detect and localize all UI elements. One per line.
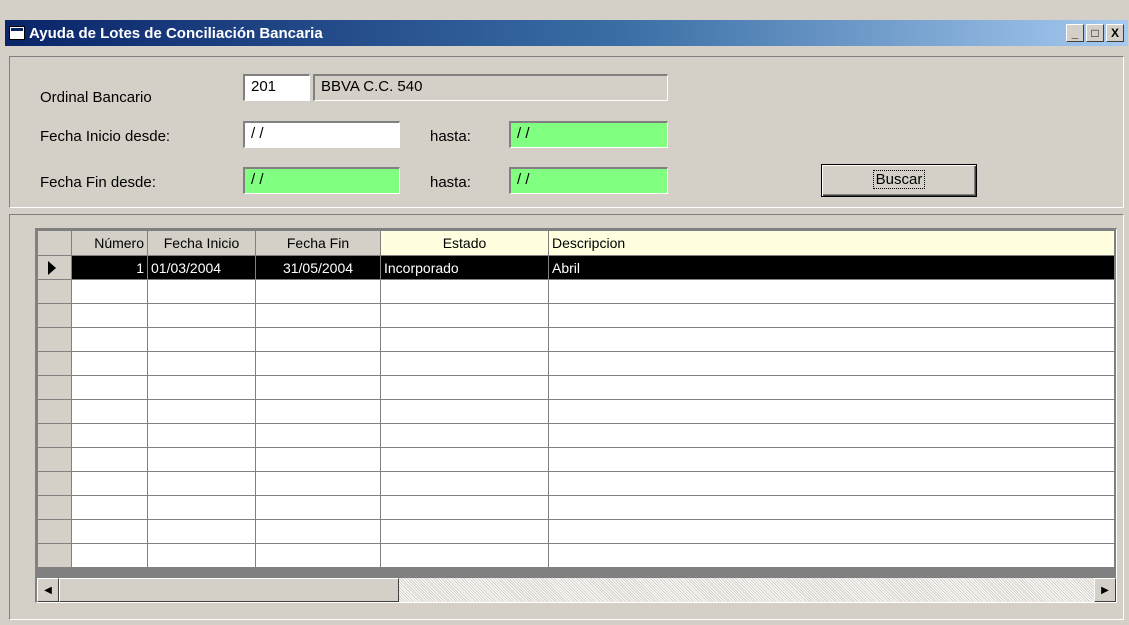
fecha-fin-desde-input[interactable]: / / — [243, 167, 400, 194]
buscar-button[interactable]: Buscar — [821, 164, 977, 197]
table-row-empty[interactable] — [37, 495, 1115, 520]
row-selector-header — [37, 230, 72, 256]
table-row-empty[interactable] — [37, 519, 1115, 544]
ordinal-label: Ordinal Bancario — [40, 89, 152, 106]
row-selector[interactable] — [37, 327, 72, 352]
caption-buttons: _ □ X — [1066, 24, 1124, 42]
cell-estado: Incorporado — [380, 255, 549, 280]
scroll-left-icon[interactable]: ◀ — [37, 578, 59, 602]
cell-fecha-inicio: 01/03/2004 — [147, 255, 256, 280]
title-bar[interactable]: Ayuda de Lotes de Conciliación Bancaria … — [5, 20, 1128, 46]
row-selector[interactable] — [37, 447, 72, 472]
results-table: Número Fecha Inicio Fecha Fin Estado Des… — [37, 230, 1115, 568]
table-row-empty[interactable] — [37, 543, 1115, 568]
header-row: Número Fecha Inicio Fecha Fin Estado Des… — [37, 230, 1115, 256]
buscar-button-label: Buscar — [872, 170, 926, 189]
row-selector[interactable] — [37, 255, 72, 280]
table-row-empty[interactable] — [37, 351, 1115, 376]
table-row-empty[interactable] — [37, 327, 1115, 352]
fecha-inicio-hasta-input[interactable]: / / — [509, 121, 668, 148]
minimize-button[interactable]: _ — [1066, 24, 1084, 42]
fecha-fin-hasta-input[interactable]: / / — [509, 167, 668, 194]
cell-fecha-fin: 31/05/2004 — [255, 255, 381, 280]
current-row-arrow-icon — [48, 261, 56, 275]
table-row-empty[interactable] — [37, 279, 1115, 304]
fecha-inicio-hasta-label: hasta: — [430, 128, 471, 145]
fecha-inicio-desde-input[interactable]: / / — [243, 121, 400, 148]
fecha-fin-hasta-label: hasta: — [430, 174, 471, 191]
table-row[interactable]: 1 01/03/2004 31/05/2004 Incorporado Abri… — [37, 255, 1115, 280]
row-selector[interactable] — [37, 471, 72, 496]
row-selector[interactable] — [37, 279, 72, 304]
ordinal-name-field: BBVA C.C. 540 — [313, 74, 668, 101]
table-row-empty[interactable] — [37, 471, 1115, 496]
window-app-icon[interactable] — [9, 26, 25, 40]
table-row-empty[interactable] — [37, 399, 1115, 424]
table-row-empty[interactable] — [37, 423, 1115, 448]
scroll-thumb[interactable] — [59, 578, 399, 602]
col-header-fecha-inicio[interactable]: Fecha Inicio — [147, 230, 256, 256]
filter-panel: Ordinal Bancario 201 BBVA C.C. 540 Fecha… — [9, 56, 1124, 208]
scroll-track[interactable] — [399, 578, 1094, 602]
row-selector[interactable] — [37, 399, 72, 424]
col-header-fecha-fin[interactable]: Fecha Fin — [255, 230, 381, 256]
col-header-descripcion[interactable]: Descripcion — [548, 230, 1115, 256]
row-selector[interactable] — [37, 423, 72, 448]
col-header-numero[interactable]: Número — [71, 230, 148, 256]
row-selector[interactable] — [37, 495, 72, 520]
maximize-button[interactable]: □ — [1086, 24, 1104, 42]
cell-numero: 1 — [71, 255, 148, 280]
row-selector[interactable] — [37, 375, 72, 400]
close-button[interactable]: X — [1106, 24, 1124, 42]
row-selector[interactable] — [37, 351, 72, 376]
row-selector[interactable] — [37, 303, 72, 328]
scroll-right-icon[interactable]: ▶ — [1094, 578, 1116, 602]
horizontal-scrollbar[interactable]: ◀ ▶ — [37, 578, 1116, 602]
main-window: Ayuda de Lotes de Conciliación Bancaria … — [0, 0, 1128, 623]
row-selector[interactable] — [37, 543, 72, 568]
fecha-fin-label: Fecha Fin desde: — [40, 174, 156, 191]
results-panel: Número Fecha Inicio Fecha Fin Estado Des… — [9, 214, 1124, 620]
row-selector[interactable] — [37, 519, 72, 544]
cell-descripcion: Abril — [548, 255, 1115, 280]
fecha-inicio-label: Fecha Inicio desde: — [40, 128, 171, 145]
ordinal-input[interactable]: 201 — [243, 74, 310, 101]
table-row-empty[interactable] — [37, 375, 1115, 400]
results-grid[interactable]: Número Fecha Inicio Fecha Fin Estado Des… — [35, 228, 1117, 603]
table-row-empty[interactable] — [37, 447, 1115, 472]
window-title: Ayuda de Lotes de Conciliación Bancaria — [29, 24, 323, 42]
table-row-empty[interactable] — [37, 303, 1115, 328]
col-header-estado[interactable]: Estado — [380, 230, 549, 256]
